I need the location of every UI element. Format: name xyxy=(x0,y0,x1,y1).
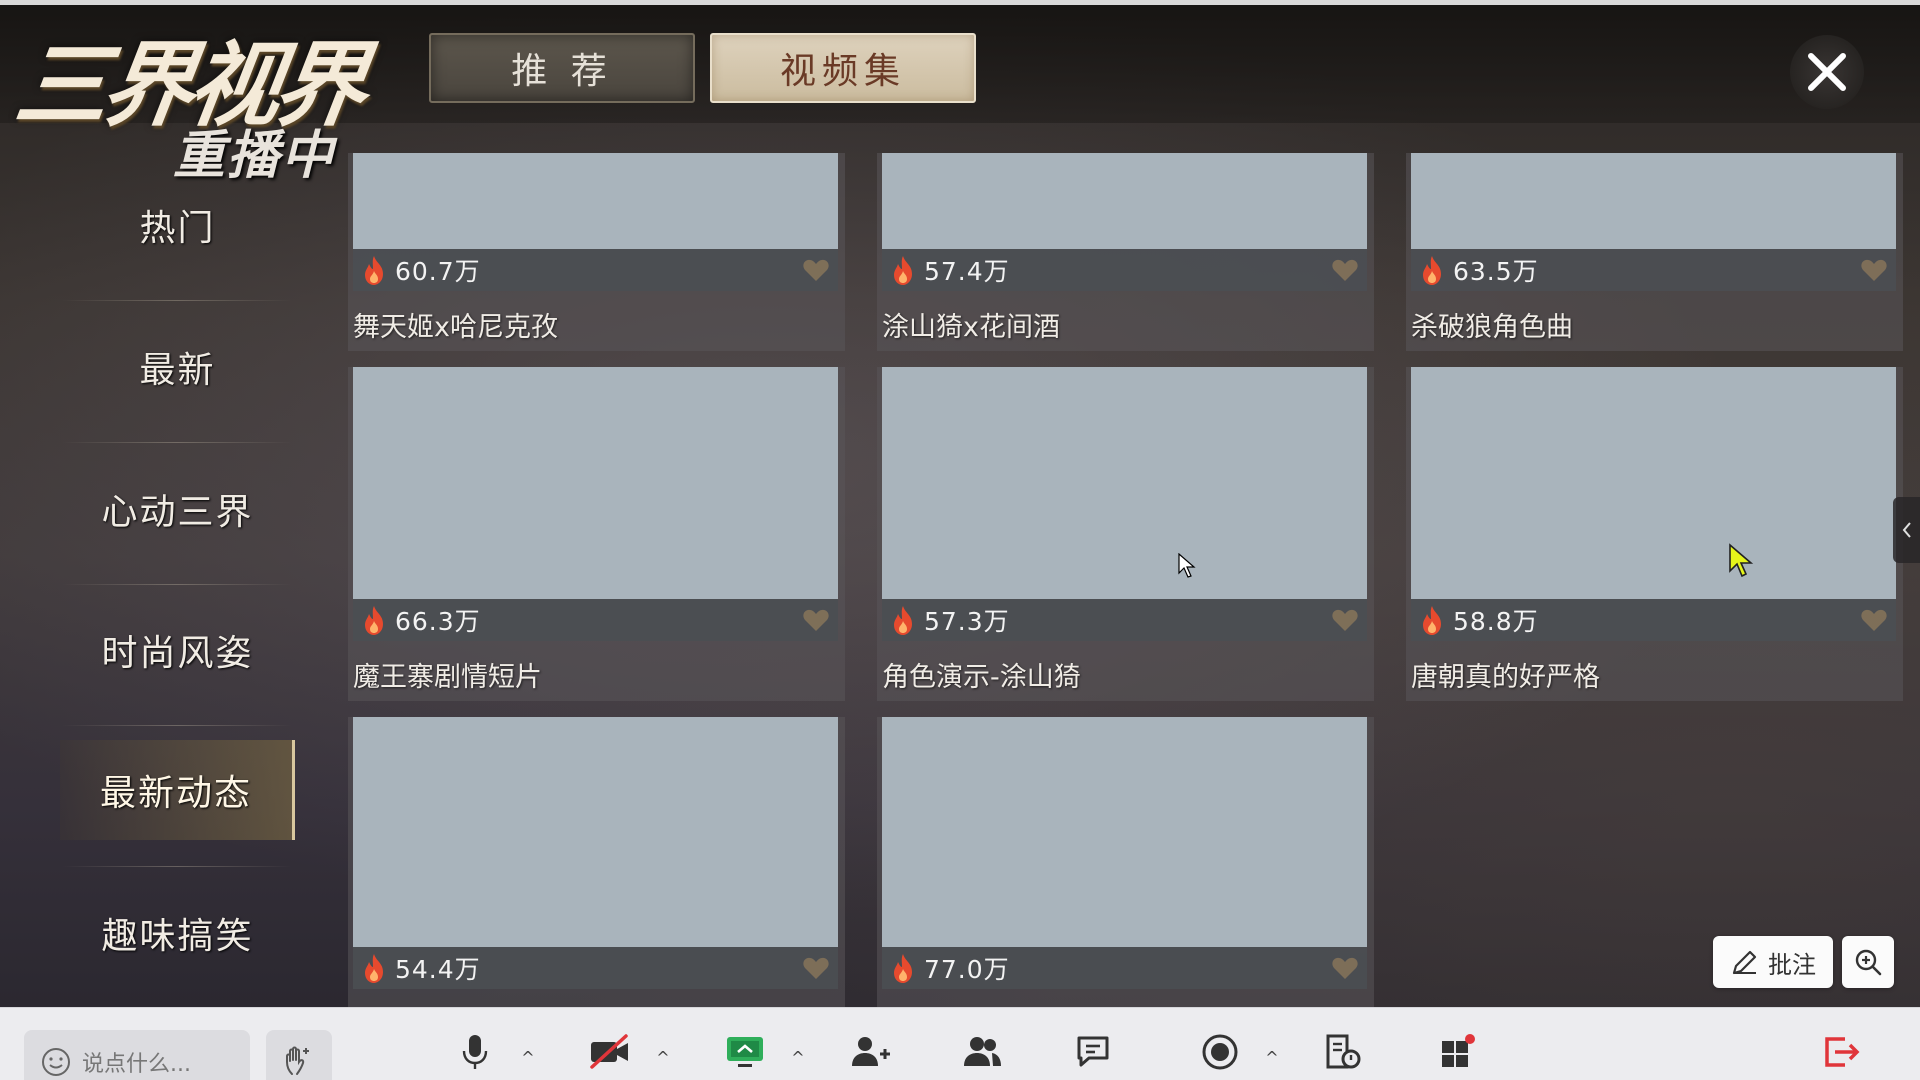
view-count: 63.5万 xyxy=(1453,257,1539,286)
mic-options-caret[interactable]: ^ xyxy=(520,1048,536,1067)
video-grid: 60.7万 舞天姬x哈尼克孜 57.4万 涂山猗x花间酒 63.5万 杀破狼角色… xyxy=(0,5,1920,1007)
video-stats: 77.0万 xyxy=(882,947,1367,989)
video-thumbnail xyxy=(353,153,838,249)
invite-button[interactable] xyxy=(845,1032,895,1072)
fire-icon xyxy=(365,256,383,285)
fire-icon xyxy=(894,606,912,635)
microphone-button[interactable] xyxy=(450,1032,500,1072)
heart-icon[interactable] xyxy=(1860,258,1888,282)
video-title: 涂山猗x花间酒 xyxy=(882,312,1060,343)
add-user-icon xyxy=(852,1037,890,1066)
document-icon xyxy=(1326,1034,1361,1069)
video-card[interactable]: 54.4万 xyxy=(348,717,845,1007)
share-options-caret[interactable]: ^ xyxy=(790,1048,806,1067)
microphone-icon xyxy=(462,1035,488,1069)
heart-icon[interactable] xyxy=(1860,608,1888,632)
video-thumbnail xyxy=(882,153,1367,249)
video-thumbnail xyxy=(353,367,838,599)
view-count: 77.0万 xyxy=(924,955,1010,984)
raise-hand-button[interactable] xyxy=(266,1030,332,1080)
screen-share-icon xyxy=(727,1037,763,1067)
heart-icon[interactable] xyxy=(1331,608,1359,632)
chat-placeholder: 说点什么... xyxy=(82,1052,191,1077)
video-stats: 60.7万 xyxy=(353,249,838,291)
video-stats: 66.3万 xyxy=(353,599,838,641)
video-title: 舞天姬x哈尼克孜 xyxy=(353,312,558,343)
view-count: 66.3万 xyxy=(395,607,481,636)
record-button[interactable] xyxy=(1195,1032,1245,1072)
mouse-pointer-icon xyxy=(1178,553,1196,578)
view-count: 58.8万 xyxy=(1453,607,1539,636)
smile-icon xyxy=(42,1048,70,1076)
leave-meeting-button[interactable] xyxy=(1817,1032,1867,1072)
exit-icon xyxy=(1825,1037,1860,1067)
video-title: 杀破狼角色曲 xyxy=(1411,312,1573,343)
highlight-pointer-icon xyxy=(1729,543,1754,578)
video-stats: 54.4万 xyxy=(353,947,838,989)
video-title: 魔王寨剧情短片 xyxy=(353,662,542,693)
video-stats: 57.3万 xyxy=(882,599,1367,641)
participants-button[interactable] xyxy=(957,1032,1007,1072)
heart-icon[interactable] xyxy=(802,258,830,282)
documents-button[interactable] xyxy=(1318,1032,1368,1072)
record-options-caret[interactable]: ^ xyxy=(1264,1048,1280,1067)
video-stats: 63.5万 xyxy=(1411,249,1896,291)
view-count: 54.4万 xyxy=(395,955,481,984)
heart-icon[interactable] xyxy=(802,608,830,632)
video-title: 角色演示-涂山猗 xyxy=(882,662,1081,693)
meeting-toolbar: 说点什么... ^ ^ ^ ^ xyxy=(0,1007,1920,1080)
apps-button[interactable] xyxy=(1432,1032,1482,1072)
fire-icon xyxy=(894,256,912,285)
apps-icon xyxy=(1442,1034,1475,1067)
video-stats: 58.8万 xyxy=(1411,599,1896,641)
video-thumbnail xyxy=(353,717,838,947)
side-panel-toggle[interactable] xyxy=(1893,497,1920,563)
video-stats: 57.4万 xyxy=(882,249,1367,291)
view-count: 60.7万 xyxy=(395,257,481,286)
view-count: 57.3万 xyxy=(924,607,1010,636)
video-card[interactable]: 57.4万 涂山猗x花间酒 xyxy=(877,153,1374,351)
view-count: 57.4万 xyxy=(924,257,1010,286)
video-card[interactable]: 63.5万 杀破狼角色曲 xyxy=(1406,153,1903,351)
video-card[interactable]: 77.0万 xyxy=(877,717,1374,1007)
screen-share-button[interactable] xyxy=(720,1032,770,1072)
fire-icon xyxy=(365,954,383,983)
fire-icon xyxy=(365,606,383,635)
heart-icon[interactable] xyxy=(1331,956,1359,980)
annotate-button[interactable]: 批注 xyxy=(1713,936,1833,988)
participants-icon xyxy=(964,1037,1001,1066)
video-title: 唐朝真的好严格 xyxy=(1411,662,1600,693)
record-icon xyxy=(1202,1034,1238,1070)
chat-input[interactable]: 说点什么... xyxy=(24,1030,250,1080)
zoom-in-icon xyxy=(1855,949,1882,976)
video-card[interactable]: 66.3万 魔王寨剧情短片 xyxy=(348,367,845,701)
heart-icon[interactable] xyxy=(1331,258,1359,282)
fire-icon xyxy=(894,954,912,983)
video-card[interactable]: 57.3万 角色演示-涂山猗 xyxy=(877,367,1374,701)
annotate-label: 批注 xyxy=(1768,950,1816,979)
fire-icon xyxy=(1423,256,1441,285)
chevron-left-icon xyxy=(1902,522,1911,538)
chat-button[interactable] xyxy=(1070,1032,1120,1072)
camera-off-icon xyxy=(590,1034,628,1069)
video-thumbnail xyxy=(1411,153,1896,249)
zoom-in-button[interactable] xyxy=(1842,936,1894,988)
video-thumbnail xyxy=(882,717,1367,947)
video-card[interactable]: 58.8万 唐朝真的好严格 xyxy=(1406,367,1903,701)
pen-icon xyxy=(1732,950,1757,975)
chat-icon xyxy=(1077,1036,1109,1067)
camera-toggle-button[interactable] xyxy=(585,1032,635,1072)
game-window: 三界视界 重播中 推 荐 视频集 热门 最新 心动三界 时尚风姿 最新动态 趣味… xyxy=(0,0,1920,1007)
camera-options-caret[interactable]: ^ xyxy=(655,1048,671,1067)
hand-icon xyxy=(286,1046,309,1075)
fire-icon xyxy=(1423,606,1441,635)
heart-icon[interactable] xyxy=(802,956,830,980)
video-thumbnail xyxy=(882,367,1367,599)
video-card[interactable]: 60.7万 舞天姬x哈尼克孜 xyxy=(348,153,845,351)
video-thumbnail xyxy=(1411,367,1896,599)
